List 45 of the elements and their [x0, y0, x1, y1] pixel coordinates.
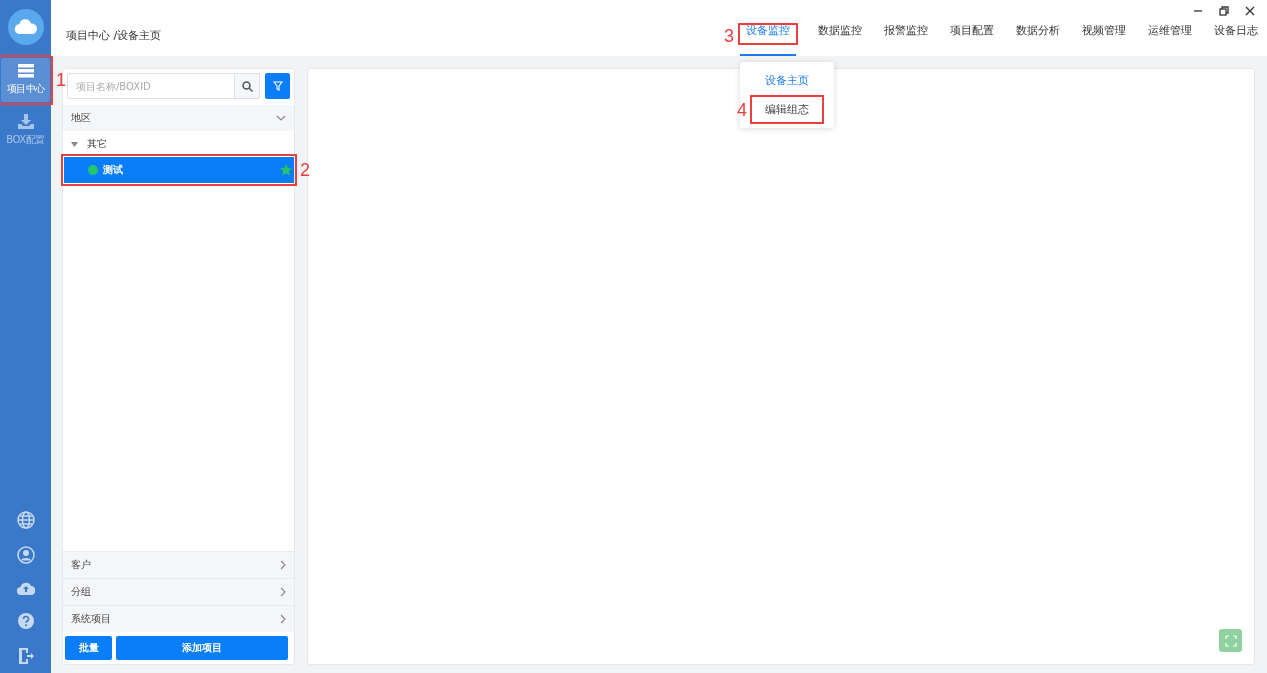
- section-header[interactable]: 地区: [63, 105, 294, 131]
- logout-icon: [16, 647, 35, 665]
- nav-tab[interactable]: 数据监控: [818, 22, 862, 56]
- star-icon[interactable]: [280, 164, 292, 176]
- annotation-number: 3: [724, 25, 734, 47]
- chevron-right-icon: [280, 560, 286, 570]
- filter-button[interactable]: [265, 73, 290, 99]
- menu-item[interactable]: 编辑组态: [753, 98, 821, 121]
- chevron-down-icon: [276, 115, 286, 121]
- chevron-right-icon: [280, 587, 286, 597]
- nav-tab[interactable]: 项目配置: [950, 22, 994, 56]
- annotation-number: 2: [300, 159, 310, 181]
- breadcrumb: 项目中心 /设备主页: [66, 28, 162, 43]
- caret-icon: [71, 141, 78, 147]
- annotation-number: 4: [737, 99, 747, 120]
- nav-tab[interactable]: 报警监控: [884, 22, 928, 56]
- search-field[interactable]: 项目名称/BOXID: [67, 73, 260, 99]
- batch-button[interactable]: 批量: [65, 636, 112, 660]
- cloud-logo: [7, 9, 44, 45]
- nav-tab[interactable]: 视频管理: [1082, 22, 1126, 56]
- search-icon[interactable]: [241, 80, 253, 92]
- nav-tab[interactable]: 数据分析: [1016, 22, 1060, 56]
- menu-item[interactable]: 设备主页: [753, 69, 821, 92]
- download-icon: [17, 113, 34, 129]
- nav-tab[interactable]: 运维管理: [1148, 22, 1192, 56]
- annotation-frame: [738, 23, 798, 45]
- section-header[interactable]: 客户: [63, 551, 294, 578]
- close-icon[interactable]: [1245, 6, 1255, 16]
- filter-icon: [272, 81, 283, 91]
- globe-icon: [16, 511, 35, 529]
- list-icon: [17, 64, 34, 78]
- restore-icon[interactable]: [1219, 6, 1229, 16]
- user-icon: [16, 546, 35, 564]
- add-project-button[interactable]: 添加项目: [116, 636, 288, 660]
- tree-node[interactable]: 其它: [63, 131, 294, 157]
- help-icon: [16, 612, 35, 630]
- section-header[interactable]: 分组: [63, 578, 294, 605]
- nav-tab[interactable]: 设备日志: [1214, 22, 1258, 56]
- cloud-upload-icon: [16, 581, 35, 595]
- annotation-number: 1: [56, 69, 66, 91]
- section-header[interactable]: 系统项目: [63, 605, 294, 632]
- chevron-right-icon: [280, 614, 286, 624]
- nav-tab[interactable]: 设备监控: [740, 22, 796, 56]
- tree-item[interactable]: 测试: [64, 157, 294, 183]
- expand-icon: [1224, 634, 1237, 647]
